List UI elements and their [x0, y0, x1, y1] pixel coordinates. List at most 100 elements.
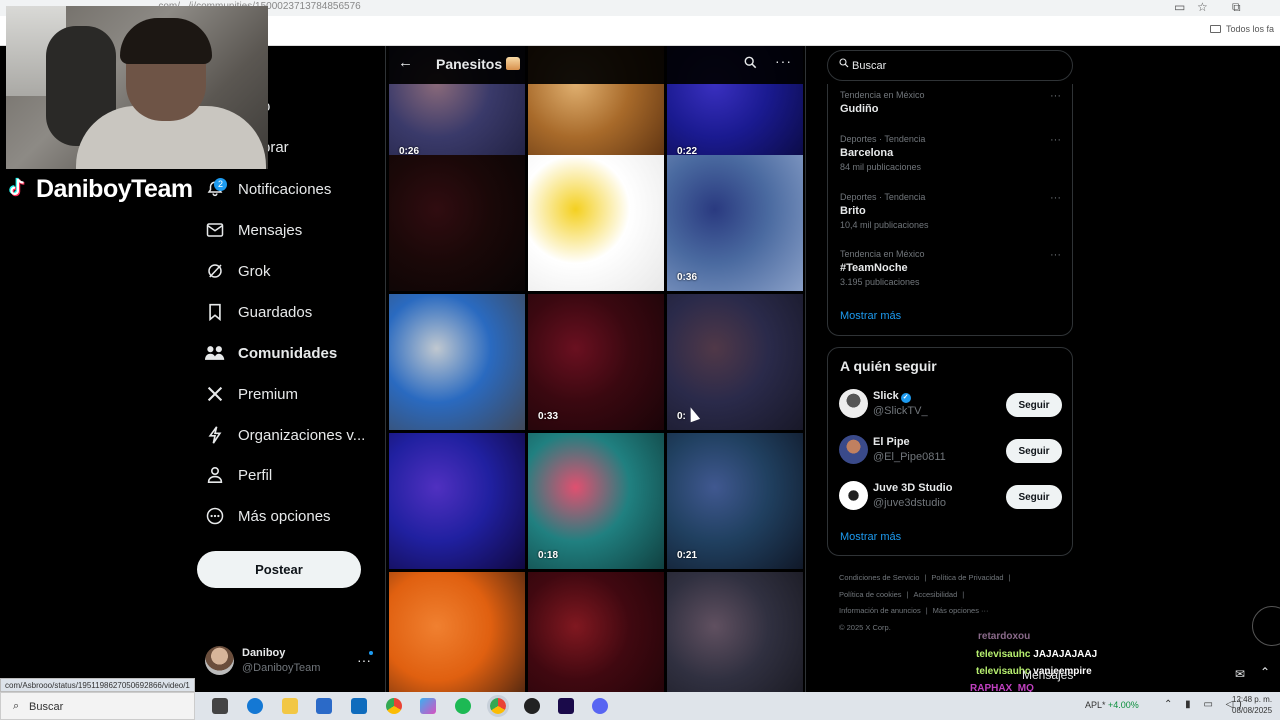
footer-link[interactable]: Política de cookies [839, 590, 902, 599]
compose-message-icon[interactable]: ✉ [1235, 667, 1245, 681]
trend-item[interactable]: Deportes · Tendencia Brito 10,4 mil publ… [840, 192, 1065, 230]
search-input[interactable]: Buscar [827, 50, 1073, 81]
media-tile[interactable] [389, 155, 525, 291]
media-tile[interactable] [389, 433, 525, 569]
footer-links: Condiciones de Servicio | Política de Priv… [839, 573, 1011, 632]
media-tile[interactable]: 0:36 [667, 155, 803, 291]
outlook-icon[interactable] [351, 698, 367, 714]
chrome-icon[interactable] [386, 698, 402, 714]
taskbar-search-placeholder: Buscar [29, 701, 64, 713]
trend-item[interactable]: Deportes · Tendencia Barcelona 84 mil pu… [840, 134, 1065, 172]
search-icon: ⌕ [13, 700, 20, 712]
tiktok-icon [6, 177, 28, 199]
show-more-who-link[interactable]: Mostrar más [840, 531, 901, 543]
back-arrow-icon[interactable]: ← [398, 54, 413, 71]
trend-more-icon[interactable]: ··· [1050, 90, 1061, 102]
grok-floating-button[interactable] [1252, 606, 1280, 646]
bookmark-icon [204, 301, 226, 323]
clock[interactable]: 12:48 p. m. 08/08/2025 [1232, 694, 1272, 716]
mail-icon [204, 219, 226, 241]
nav-item-organizaciones[interactable]: Organizaciones v... [204, 420, 365, 450]
footer-link[interactable]: Política de Privacidad [931, 573, 1003, 582]
premiere-icon[interactable] [558, 698, 574, 714]
copilot-icon[interactable] [420, 698, 436, 714]
trend-more-icon[interactable]: ··· [1050, 192, 1061, 204]
nav-label: Más opciones [238, 507, 331, 525]
footer-link[interactable]: Accesibilidad [914, 590, 958, 599]
chevron-up-icon[interactable]: ⌃ [1260, 665, 1270, 679]
nav-label: Perfil [238, 466, 273, 484]
extensions-icon[interactable]: ⧉ [1232, 0, 1241, 15]
trend-more-icon[interactable]: ··· [1050, 134, 1061, 146]
file-explorer-icon[interactable] [282, 698, 298, 714]
store-icon[interactable] [316, 698, 332, 714]
community-media-column: ← Panesitos ··· 0:26 0:22 0:36 0:33 0: 0:18 0:… [385, 46, 806, 692]
star-icon[interactable]: ☆ [1197, 0, 1208, 14]
media-tile[interactable]: 0:21 [667, 433, 803, 569]
media-tile[interactable]: 0:18 [528, 433, 664, 569]
follow-suggestion[interactable]: Slick ✓ @SlickTV_ Seguir [839, 389, 1063, 421]
media-tile[interactable] [389, 294, 525, 430]
stock-ticker[interactable]: APL* +4.00% [1085, 700, 1139, 710]
follow-handle: @El_Pipe0811 [873, 451, 946, 463]
ticker-change: +4.00% [1108, 700, 1139, 710]
all-bookmarks-folder[interactable]: Todos los fa [1209, 24, 1274, 34]
community-title-text: Panesitos [436, 56, 503, 72]
media-tile[interactable]: 0:33 [528, 294, 664, 430]
taskbar-search[interactable]: ⌕ Buscar [0, 692, 195, 720]
brand-text: DaniboyTeam [36, 175, 193, 203]
follow-suggestion[interactable]: El Pipe @El_Pipe0811 Seguir [839, 435, 1063, 467]
more-options-icon[interactable]: ··· [775, 53, 792, 69]
task-view-icon[interactable] [212, 698, 228, 714]
follow-button[interactable]: Seguir [1006, 485, 1062, 509]
trend-category: Tendencia en México [840, 90, 925, 100]
nav-item-mas-opciones[interactable]: Más opciones [204, 501, 331, 531]
trend-item[interactable]: Tendencia en México #TeamNoche 3.195 pub… [840, 249, 1065, 287]
nav-item-guardados[interactable]: Guardados [204, 297, 312, 327]
media-tile[interactable] [667, 572, 803, 692]
account-switcher[interactable]: Daniboy @DaniboyTeam ··· [205, 646, 375, 678]
messages-drawer-label[interactable]: Mensajes [1022, 668, 1073, 682]
bread-emoji-icon [506, 57, 521, 70]
trend-category: Deportes · Tendencia [840, 192, 926, 202]
community-header: ← Panesitos ··· [386, 46, 805, 84]
obs-icon[interactable] [524, 698, 540, 714]
spotify-icon[interactable] [455, 698, 471, 714]
follow-button[interactable]: Seguir [1006, 393, 1062, 417]
nav-item-premium[interactable]: Premium [204, 379, 298, 409]
media-tile[interactable] [528, 572, 664, 692]
footer-link[interactable]: Información de anuncios [839, 606, 921, 615]
trend-count: 84 mil publicaciones [840, 162, 922, 172]
footer-link[interactable]: Condiciones de Servicio [839, 573, 919, 582]
cast-icon[interactable]: ▭ [1174, 0, 1185, 14]
show-more-trends-link[interactable]: Mostrar más [840, 310, 901, 322]
nav-item-comunidades[interactable]: Comunidades [204, 338, 337, 368]
trends-panel: Tendencia en México Gudiño ··· Deportes … [827, 84, 1073, 336]
trend-item[interactable]: Tendencia en México Gudiño ··· [840, 90, 1065, 115]
trend-category: Deportes · Tendencia [840, 134, 926, 144]
footer-link[interactable]: Más opciones ··· [933, 606, 989, 615]
edge-icon[interactable] [247, 698, 263, 714]
post-button[interactable]: Postear [197, 551, 361, 588]
trend-more-icon[interactable]: ··· [1050, 249, 1061, 261]
follow-handle: @SlickTV_ [873, 405, 928, 417]
nav-label: Guardados [238, 303, 313, 321]
follow-suggestion[interactable]: Juve 3D Studio @juve3dstudio Seguir [839, 481, 1063, 513]
nav-label: Comunidades [238, 344, 338, 362]
video-duration: 0:33 [538, 411, 559, 422]
x-logo-icon [204, 383, 226, 405]
unread-dot [369, 651, 373, 655]
media-tile[interactable] [389, 572, 525, 692]
follow-button[interactable]: Seguir [1006, 439, 1062, 463]
account-handle: @DaniboyTeam [242, 662, 321, 674]
nav-item-mensajes[interactable]: Mensajes [204, 215, 302, 245]
nav-item-grok[interactable]: Grok [204, 256, 271, 286]
discord-icon[interactable] [592, 698, 608, 714]
chrome-active-icon[interactable] [487, 695, 509, 717]
nav-item-perfil[interactable]: Perfil [204, 460, 272, 490]
people-icon [204, 342, 226, 364]
search-icon[interactable] [744, 56, 757, 72]
media-tile[interactable] [528, 155, 664, 291]
video-duration: 0:36 [677, 272, 698, 283]
nav-label: Notificaciones [238, 180, 332, 198]
